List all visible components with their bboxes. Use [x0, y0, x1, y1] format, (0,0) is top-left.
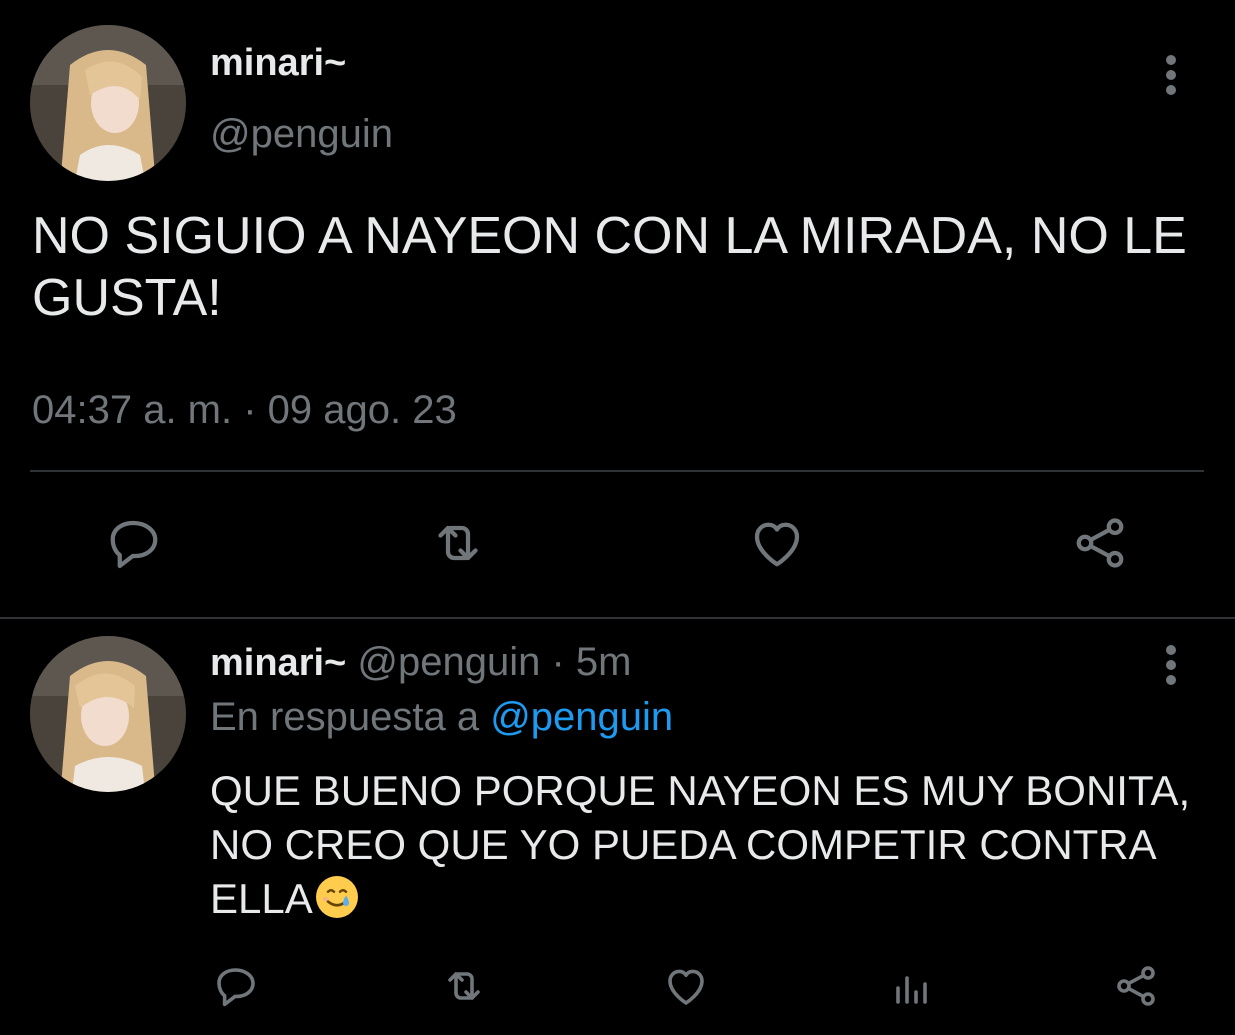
like-icon[interactable]	[747, 513, 807, 578]
time-ago: · 5m	[551, 640, 632, 684]
retweet-icon[interactable]	[428, 513, 488, 578]
tweet-text: QUE BUENO PORQUE NAYEON ES MUY BONITA, N…	[210, 764, 1210, 926]
author-name[interactable]: minari~	[210, 642, 346, 684]
share-icon[interactable]	[1070, 513, 1130, 578]
more-options-icon[interactable]	[1165, 55, 1177, 95]
reply-icon[interactable]	[212, 962, 260, 1015]
reply-mention-link[interactable]: @penguin	[490, 695, 673, 739]
reply-header: minari~ @penguin · 5m	[210, 640, 631, 685]
share-icon[interactable]	[1112, 962, 1160, 1015]
avatar[interactable]	[30, 636, 186, 792]
main-tweet: minari~ @penguin NO SIGUIO A NAYEON CON …	[0, 0, 1235, 617]
retweet-icon[interactable]	[440, 962, 488, 1015]
author-handle[interactable]: @penguin	[210, 112, 393, 157]
more-options-icon[interactable]	[1165, 645, 1177, 685]
reply-icon[interactable]	[104, 513, 164, 578]
avatar[interactable]	[30, 25, 186, 181]
reply-context: En respuesta a @penguin	[210, 695, 673, 740]
like-icon[interactable]	[662, 962, 710, 1015]
avatar-image	[30, 25, 186, 181]
tweet-separator	[0, 617, 1235, 619]
author-name[interactable]: minari~	[210, 42, 346, 85]
author-handle[interactable]: @penguin	[357, 640, 540, 684]
reply-prefix: En respuesta a	[210, 695, 480, 739]
avatar-image	[30, 636, 186, 792]
tweet-timestamp[interactable]: 04:37 a. m. · 09 ago. 23	[32, 388, 457, 433]
divider	[30, 470, 1204, 472]
smiling-face-with-tear-icon	[315, 876, 358, 918]
tweet-thread-page: minari~ @penguin NO SIGUIO A NAYEON CON …	[0, 0, 1235, 1035]
tweet-text: NO SIGUIO A NAYEON CON LA MIRADA, NO LE …	[32, 207, 1187, 327]
views-icon[interactable]	[888, 962, 936, 1015]
